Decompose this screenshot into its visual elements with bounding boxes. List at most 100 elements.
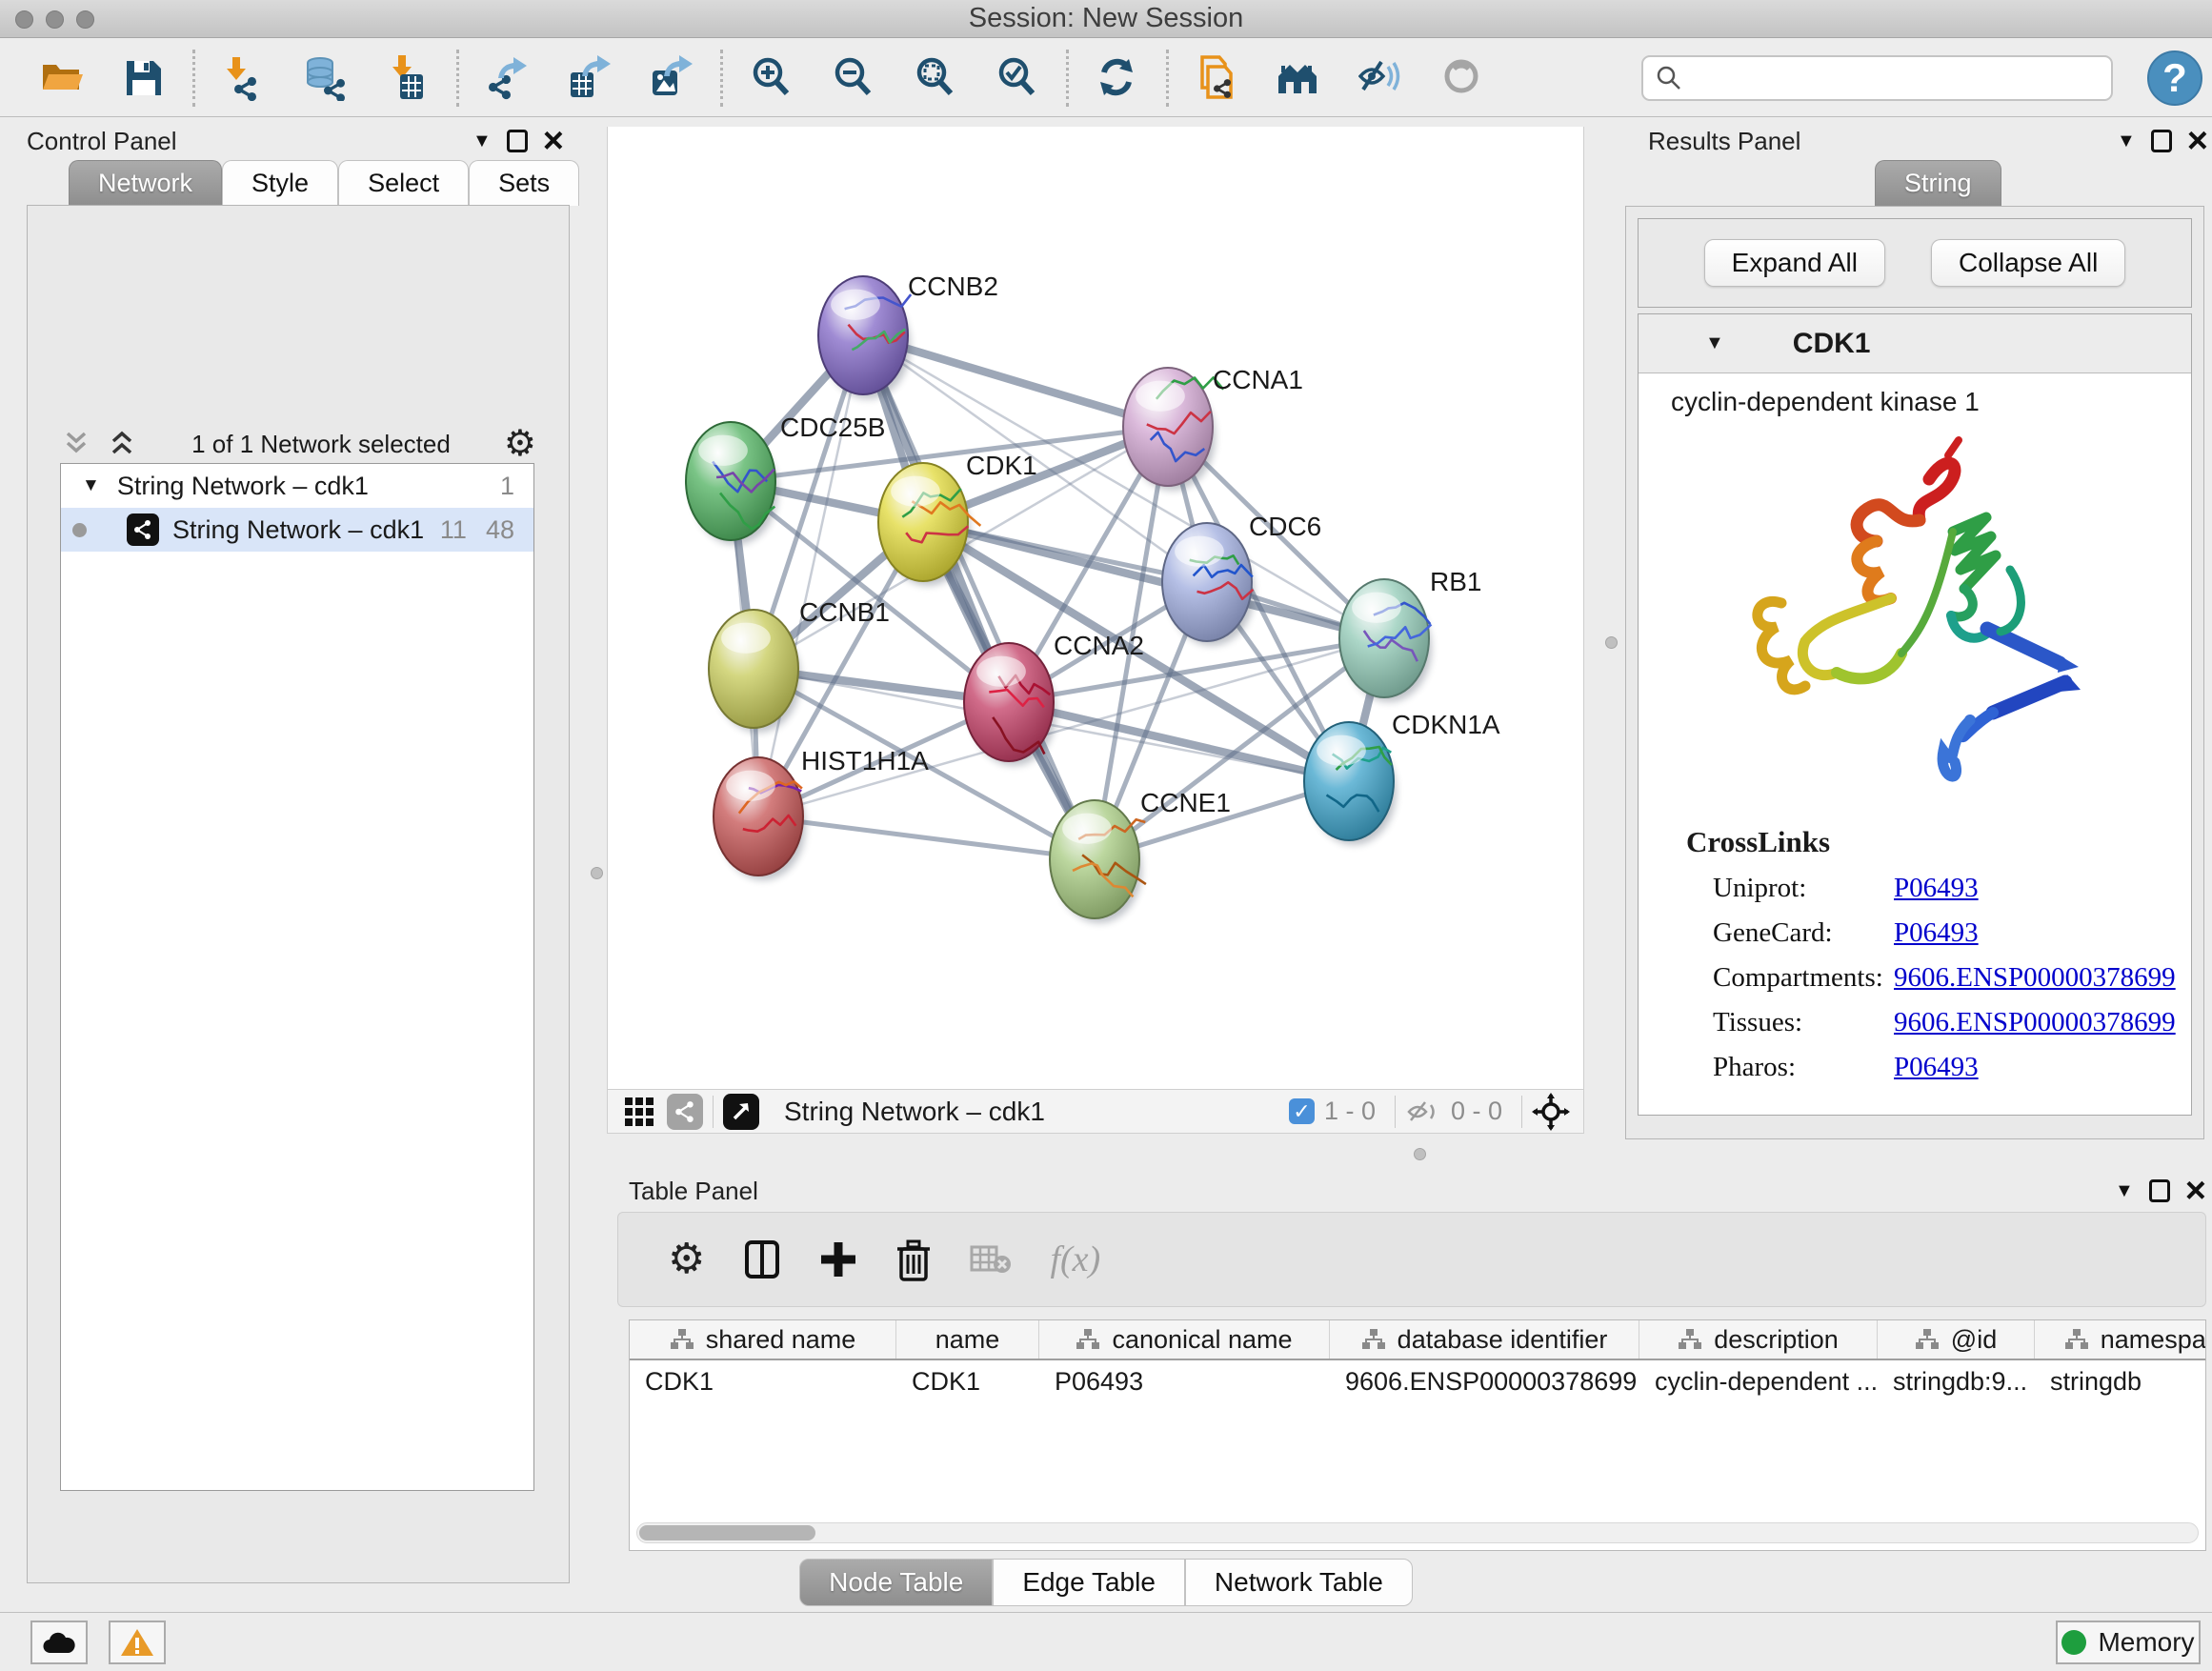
network-node-CCNA2[interactable]: CCNA2 xyxy=(964,631,1144,766)
selected-nodes-checkbox[interactable]: ✓ xyxy=(1289,1098,1315,1124)
control-panel-float-icon[interactable]: ▼ xyxy=(473,131,492,152)
detach-view-icon[interactable] xyxy=(723,1094,759,1130)
show-columns-icon[interactable] xyxy=(743,1238,781,1280)
network-node-CCNE1[interactable]: CCNE1 xyxy=(1050,788,1231,923)
gene-description: cyclin-dependent kinase 1 xyxy=(1671,387,2191,417)
zoom-selected-button[interactable] xyxy=(976,44,1058,112)
column-header-namespace[interactable]: namespace xyxy=(2035,1320,2206,1359)
network-node-RB1[interactable]: RB1 xyxy=(1339,567,1481,702)
delete-column-icon[interactable] xyxy=(895,1238,932,1281)
network-node-CCNB1[interactable]: CCNB1 xyxy=(709,597,890,733)
column-header-description[interactable]: description xyxy=(1639,1320,1878,1359)
table-cell[interactable]: stringdb:9... xyxy=(1878,1360,2035,1402)
expand-all-networks-icon[interactable] xyxy=(106,428,138,460)
table-hscrollbar-thumb[interactable] xyxy=(639,1525,815,1540)
results-panel-close-icon[interactable]: × xyxy=(2187,131,2208,151)
tab-node-table[interactable]: Node Table xyxy=(799,1559,993,1606)
close-window-icon[interactable] xyxy=(15,10,33,29)
column-header-name[interactable]: name xyxy=(896,1320,1039,1359)
show-button[interactable] xyxy=(1422,44,1504,112)
column-header-database-identifier[interactable]: database identifier xyxy=(1330,1320,1639,1359)
help-button[interactable]: ? xyxy=(2147,50,2202,106)
tab-select[interactable]: Select xyxy=(338,160,469,206)
warning-status-button[interactable] xyxy=(109,1621,166,1664)
bottom-splitter-handle[interactable] xyxy=(1414,1148,1426,1160)
zoom-window-icon[interactable] xyxy=(76,10,94,29)
network-canvas[interactable]: CCNB2 CCNA1 CDC25B CDK1 CDC6 xyxy=(607,127,1584,1089)
tab-network[interactable]: Network xyxy=(69,160,222,206)
table-panel-close-icon[interactable]: × xyxy=(2185,1180,2206,1201)
network-graph[interactable]: CCNB2 CCNA1 CDC25B CDK1 CDC6 xyxy=(608,127,1585,1089)
crosslink-link[interactable]: 9606.ENSP00000378699 xyxy=(1894,962,2176,994)
import-network-database-button[interactable] xyxy=(285,44,367,112)
tab-string[interactable]: String xyxy=(1875,160,2001,206)
right-splitter-handle[interactable] xyxy=(1605,636,1618,649)
network-row[interactable]: String Network – cdk1 11 48 xyxy=(61,508,533,552)
clone-network-button[interactable] xyxy=(1176,44,1258,112)
table-hscrollbar[interactable] xyxy=(636,1522,2199,1543)
table-cell[interactable]: P06493 xyxy=(1039,1360,1330,1402)
gene-collapse-icon[interactable]: ▼ xyxy=(1705,332,1724,354)
results-panel-maximize-icon[interactable] xyxy=(2151,130,2172,152)
column-header-shared-name[interactable]: shared name xyxy=(630,1320,896,1359)
table-options-gear-icon[interactable]: ⚙ xyxy=(668,1242,705,1277)
crosslink-link[interactable]: 9606.ENSP00000378699 xyxy=(1894,1007,2176,1038)
collapse-all-networks-icon[interactable] xyxy=(60,428,92,460)
network-view-mode-icon[interactable] xyxy=(667,1094,703,1130)
export-image-button[interactable] xyxy=(631,44,713,112)
import-table-button[interactable] xyxy=(367,44,449,112)
table-cell[interactable]: cyclin-dependent ... xyxy=(1639,1360,1878,1402)
refresh-button[interactable] xyxy=(1076,44,1158,112)
hide-glass-button[interactable] xyxy=(1340,44,1422,112)
column-header-canonical-name[interactable]: canonical name xyxy=(1039,1320,1330,1359)
collection-expand-icon[interactable]: ▼ xyxy=(82,475,100,496)
network-collection-row[interactable]: ▼ String Network – cdk1 1 xyxy=(61,464,533,508)
crosslink-link[interactable]: P06493 xyxy=(1894,917,1979,949)
network-node-CDKN1A[interactable]: CDKN1A xyxy=(1304,710,1500,845)
expand-all-button[interactable]: Expand All xyxy=(1704,239,1885,287)
grid-view-icon[interactable] xyxy=(625,1097,654,1126)
export-network-button[interactable] xyxy=(467,44,549,112)
table-row[interactable]: CDK1CDK1P064939606.ENSP00000378699cyclin… xyxy=(630,1360,2205,1402)
memory-button[interactable]: Memory xyxy=(2056,1621,2201,1664)
search-box[interactable] xyxy=(1641,55,2113,101)
tab-network-table[interactable]: Network Table xyxy=(1185,1559,1413,1606)
create-column-icon[interactable] xyxy=(819,1238,857,1280)
gene-section-header[interactable]: ▼ CDK1 xyxy=(1639,314,2191,373)
table-cell[interactable]: 9606.ENSP00000378699 xyxy=(1330,1360,1639,1402)
network-node-HIST1H1A[interactable]: HIST1H1A xyxy=(714,746,929,880)
results-panel-float-icon[interactable]: ▼ xyxy=(2117,131,2136,152)
zoom-fit-button[interactable] xyxy=(895,44,976,112)
table-panel-float-icon[interactable]: ▼ xyxy=(2115,1180,2134,1202)
tab-style[interactable]: Style xyxy=(222,160,338,206)
crosslink-link[interactable]: P06493 xyxy=(1894,873,1979,904)
control-panel-maximize-icon[interactable] xyxy=(507,130,528,152)
network-view-toolbar: String Network – cdk1 ✓ 1 - 0 0 - 0 xyxy=(607,1089,1584,1134)
import-network-file-button[interactable] xyxy=(203,44,285,112)
search-input[interactable] xyxy=(1683,64,2083,93)
node-label-CCNA1: CCNA1 xyxy=(1213,365,1303,394)
save-session-button[interactable] xyxy=(103,44,185,112)
control-panel-close-icon[interactable]: × xyxy=(543,131,564,151)
birdseye-view-icon[interactable] xyxy=(1532,1093,1570,1131)
tab-sets[interactable]: Sets xyxy=(469,160,579,206)
column-header--id[interactable]: @id xyxy=(1878,1320,2035,1359)
left-splitter-handle[interactable] xyxy=(591,867,603,879)
table-cell[interactable]: CDK1 xyxy=(630,1360,896,1402)
table-cell[interactable]: CDK1 xyxy=(896,1360,1039,1402)
zoom-in-button[interactable] xyxy=(731,44,813,112)
network-options-gear-icon[interactable]: ⚙ xyxy=(504,427,536,461)
string-home-button[interactable] xyxy=(1258,44,1340,112)
open-session-button[interactable] xyxy=(21,44,103,112)
network-node-CCNB2[interactable]: CCNB2 xyxy=(818,272,998,399)
zoom-out-button[interactable] xyxy=(813,44,895,112)
crosslink-link[interactable]: P06493 xyxy=(1894,1052,1979,1083)
tab-edge-table[interactable]: Edge Table xyxy=(993,1559,1185,1606)
minimize-window-icon[interactable] xyxy=(46,10,64,29)
cloud-status-button[interactable] xyxy=(30,1621,88,1664)
table-panel-maximize-icon[interactable] xyxy=(2149,1179,2170,1202)
table-cell[interactable]: stringdb xyxy=(2035,1360,2206,1402)
export-table-button[interactable] xyxy=(549,44,631,112)
collapse-all-button[interactable]: Collapse All xyxy=(1931,239,2125,287)
network-node-CDC6[interactable]: CDC6 xyxy=(1162,512,1321,646)
